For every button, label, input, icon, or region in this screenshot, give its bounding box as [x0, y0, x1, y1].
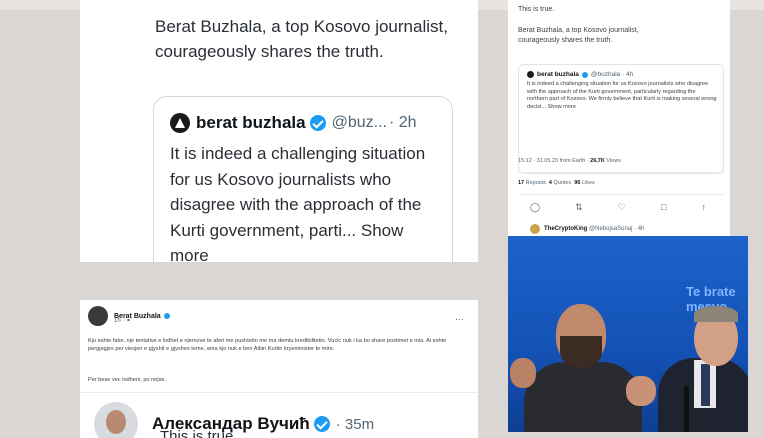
more-options-icon[interactable]: ⋯: [455, 314, 464, 325]
quoted-tweet-header: berat buzhala @buz... · 2h: [170, 111, 417, 135]
reply-author-handle: @NebojsaSunaj · 4h: [589, 226, 645, 232]
avatar[interactable]: [94, 402, 138, 438]
quoted-tweet[interactable]: berat buzhala @buz... · 2h It is indeed …: [153, 96, 453, 262]
likes-label[interactable]: Likes: [582, 180, 595, 186]
post-time: 1h · ⚭: [114, 318, 132, 324]
avatar[interactable]: [527, 71, 534, 78]
reposts-count[interactable]: 17: [518, 180, 524, 186]
likes-count[interactable]: 96: [574, 180, 580, 186]
tweet-text-line1: This is true.: [518, 6, 555, 13]
quotes-label[interactable]: Quotes: [554, 180, 572, 186]
avatar[interactable]: [530, 224, 540, 234]
tweet-meta: 15:12 · 31.05.23 from Earth · 26,7K View…: [518, 158, 621, 164]
tweet-text-line2: Berat Buzhala, a top Kosovo journalist, …: [518, 27, 639, 44]
timestamp: 15:12 · 31.05.23 from Earth ·: [518, 158, 589, 164]
quoted-author-handle: @buzhala · 4h: [590, 71, 634, 78]
verified-badge-icon: [163, 313, 170, 319]
retweet-icon[interactable]: ⇅: [575, 202, 583, 213]
avatar[interactable]: [88, 306, 108, 326]
person-right-tie: [701, 364, 710, 406]
tweet-actions: ◯ ⇅ ♡ □ ↑: [530, 202, 706, 213]
reply-preview[interactable]: TheCryptoKing @NebojsaSunaj · 4h: [530, 224, 644, 234]
quoted-tweet-text: It is indeed a challenging situation for…: [527, 81, 717, 110]
quotes-count[interactable]: 4: [549, 180, 552, 186]
bookmark-icon[interactable]: □: [661, 202, 666, 213]
quoted-tweet-header: berat buzhala @buzhala · 4h: [527, 71, 633, 78]
person-left-body: [524, 362, 642, 432]
like-icon[interactable]: ♡: [618, 202, 626, 213]
reply-time: · 35m: [335, 415, 375, 433]
main-tweet-card[interactable]: Berat Buzhala, a top Kosovo journalist, …: [80, 0, 478, 262]
reply-author-name[interactable]: TheCryptoKing: [544, 226, 587, 232]
logo-icon: [175, 118, 185, 128]
tweet-stats: 17 Reposts 4 Quotes 96 Likes: [518, 180, 595, 186]
person-right-hand: [626, 376, 656, 406]
microphone: [684, 386, 689, 432]
news-photo: Te brate mesvo: [508, 236, 748, 432]
divider: [518, 172, 724, 173]
divider: [80, 392, 478, 393]
verified-badge-icon: [309, 115, 326, 131]
person-left-beard: [560, 336, 602, 368]
quoted-author-name[interactable]: berat buzhala: [196, 113, 306, 133]
quoted-author-handle[interactable]: @buz...: [332, 114, 387, 132]
quoted-tweet-text: It is indeed a challenging situation for…: [170, 141, 445, 262]
reply-text: This is true.: [160, 428, 238, 438]
reposts-label[interactable]: Reposts: [526, 180, 546, 186]
right-tweet-card[interactable]: This is true. Berat Buzhala, a top Kosov…: [508, 0, 730, 238]
quoted-time: · 2h: [388, 114, 417, 131]
views-count: 26,7K: [590, 158, 605, 164]
avatar[interactable]: [170, 113, 190, 133]
reply-icon[interactable]: ◯: [530, 202, 540, 213]
post-text: Kjo eshte fake, nje tentative e lodhet e…: [88, 338, 447, 352]
bottom-post-card[interactable]: Berat Buzhala 1h · ⚭ ⋯ Kjo eshte fake, n…: [80, 300, 478, 438]
divider: [518, 194, 724, 195]
quoted-author-name[interactable]: berat buzhala: [537, 71, 579, 78]
tweet-text: Berat Buzhala, a top Kosovo journalist, …: [155, 17, 448, 61]
post-text-2: Per bese vec lodheni, po nejse.: [88, 377, 167, 383]
views-label: Views: [606, 158, 621, 164]
verified-badge-icon: [313, 416, 330, 432]
person-right-hair: [694, 306, 738, 322]
person-left-hand: [510, 358, 536, 388]
verified-badge-icon: [581, 71, 588, 78]
share-icon[interactable]: ↑: [701, 202, 706, 213]
